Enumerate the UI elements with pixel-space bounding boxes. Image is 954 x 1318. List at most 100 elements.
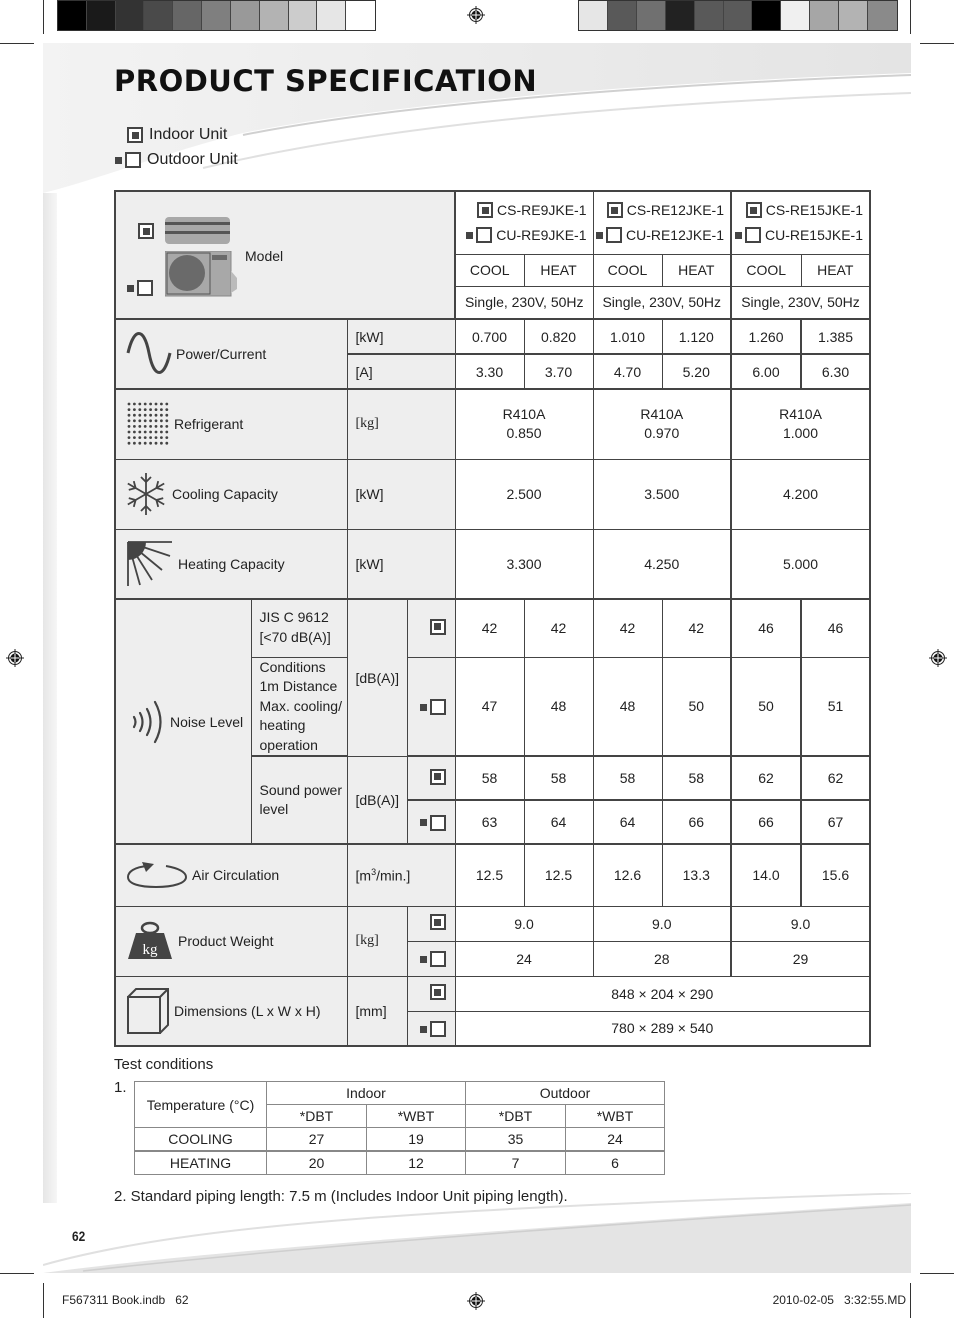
dot <box>160 419 163 423</box>
dot <box>154 442 158 445</box>
cell-value: 35 <box>465 1127 566 1152</box>
weight-indoor-value: 9.0 <box>730 905 871 942</box>
sound-power-outdoor-value: 64 <box>523 799 594 845</box>
noise-indoor-value: 42 <box>592 598 663 658</box>
sound-power-indoor-value: 58 <box>661 755 732 801</box>
current-a-value: 6.00 <box>730 353 802 390</box>
dot <box>127 402 131 406</box>
dot <box>160 430 163 434</box>
sound-power-outdoor-value: 63 <box>454 799 525 845</box>
outdoor-unit-marker-icon <box>466 227 493 244</box>
crop-mark <box>43 0 44 34</box>
indoor-unit-marker-icon <box>429 984 446 1000</box>
indoor-unit-marker-icon <box>429 914 446 930</box>
noise-outdoor-value: 51 <box>800 656 871 757</box>
dot <box>165 408 169 412</box>
outdoor-marker-cell <box>406 1010 456 1047</box>
legend-indoor: Indoor Unit <box>127 126 227 144</box>
dot <box>160 425 163 429</box>
dot <box>138 442 142 445</box>
sound-power-label: Sound power level <box>250 755 348 845</box>
legend-indoor-label: Indoor Unit <box>149 126 228 143</box>
dot <box>165 414 169 417</box>
svg-text:kg: kg <box>143 942 159 958</box>
sound-power-outdoor-value: 66 <box>661 799 732 845</box>
registration-mark-icon <box>467 6 485 24</box>
dot <box>133 419 136 423</box>
dot <box>149 425 152 429</box>
noise-indoor-value: 42 <box>661 598 732 658</box>
unit-kw: [kW] <box>346 528 456 600</box>
test-conditions-table: Temperature (°C) Indoor Outdoor *DBT *WB… <box>134 1081 665 1175</box>
dimensions-label-cell: Dimensions (L x W x H) <box>114 975 348 1047</box>
dot <box>149 430 152 434</box>
temperature-header: Temperature (°C) <box>134 1081 267 1128</box>
outdoor-marker-cell <box>406 940 456 977</box>
dot-grid-icon <box>127 402 169 445</box>
dimensions-indoor-value: 848 × 204 × 290 <box>454 975 871 1012</box>
dot <box>160 414 163 417</box>
model-label-cell: Model <box>114 190 456 320</box>
refrigerant-value: R410A 0.850 <box>454 388 594 460</box>
refrigerant-amount: 0.970 <box>644 425 680 442</box>
weight-indoor-value: 9.0 <box>592 905 732 942</box>
power-kw-value: 1.010 <box>592 318 663 355</box>
dot <box>149 442 152 445</box>
dot <box>165 442 169 445</box>
heating-capacity-value: 5.000 <box>730 528 871 600</box>
conditions-line: 1m Distance <box>259 678 338 694</box>
circular-arrow-icon <box>126 862 188 889</box>
outdoor-unit-marker-icon <box>419 1021 446 1037</box>
footer-file: F567311 Book.indb 62 <box>62 1293 189 1307</box>
dot <box>133 425 136 429</box>
unit-a: [A] <box>346 353 456 390</box>
unit-kg: [kg] <box>346 905 408 977</box>
registration-mark-icon <box>929 649 947 667</box>
indoor-unit-marker-icon <box>429 768 446 785</box>
conditions-label: Conditions 1m Distance Max. cooling/ hea… <box>250 656 348 757</box>
dot <box>133 442 136 445</box>
refrigerant-amount: 1.000 <box>782 425 819 442</box>
dot <box>154 414 158 417</box>
sound-power-outdoor-value: 66 <box>730 799 802 845</box>
kg-weight-icon: kg <box>128 921 172 959</box>
power-kw-value: 1.385 <box>800 318 871 355</box>
dot <box>133 436 136 440</box>
outdoor-header: Outdoor <box>465 1081 665 1105</box>
product-weight-label: Product Weight <box>178 933 274 949</box>
noise-indoor-value: 42 <box>454 598 525 658</box>
outdoor-marker-cell <box>406 656 456 757</box>
dot <box>165 402 169 406</box>
refrigerant-label-cell: Refrigerant <box>114 388 348 460</box>
sound-waves-icon <box>132 700 162 743</box>
current-a-value: 4.70 <box>592 353 663 390</box>
outdoor-unit-marker-icon <box>127 280 153 296</box>
sub-header: *DBT <box>465 1104 566 1128</box>
dot <box>143 414 147 417</box>
crop-mark <box>920 43 954 44</box>
dot <box>143 402 147 406</box>
dot <box>143 442 147 445</box>
sound-power-line: level <box>259 801 289 817</box>
mode-cell: HEAT <box>800 253 871 287</box>
crop-mark <box>910 0 911 34</box>
sound-power-indoor-value: 62 <box>800 755 871 801</box>
indoor-unit-marker-icon <box>138 223 154 239</box>
footer-swoosh <box>43 1193 911 1273</box>
power-supply-cell: Single, 230V, 50Hz <box>454 285 594 320</box>
indoor-marker-cell <box>406 598 456 658</box>
model-label: Model <box>245 248 284 264</box>
footer-timestamp: 2010-02-05 3:32:55.MD <box>772 1293 906 1307</box>
unit-mm: [mm] <box>346 975 408 1047</box>
unit-kg: [kg] <box>346 388 456 460</box>
dot <box>138 419 142 423</box>
power-supply-cell: Single, 230V, 50Hz <box>592 285 732 320</box>
dot <box>138 402 142 406</box>
legend-outdoor: Outdoor Unit <box>115 151 238 169</box>
dot <box>154 436 158 440</box>
refrigerant-value: R410A 1.000 <box>730 388 871 460</box>
dot <box>127 436 131 440</box>
dot <box>149 402 152 406</box>
sun-rays-icon <box>127 540 172 586</box>
row-label: COOLING <box>134 1127 267 1152</box>
